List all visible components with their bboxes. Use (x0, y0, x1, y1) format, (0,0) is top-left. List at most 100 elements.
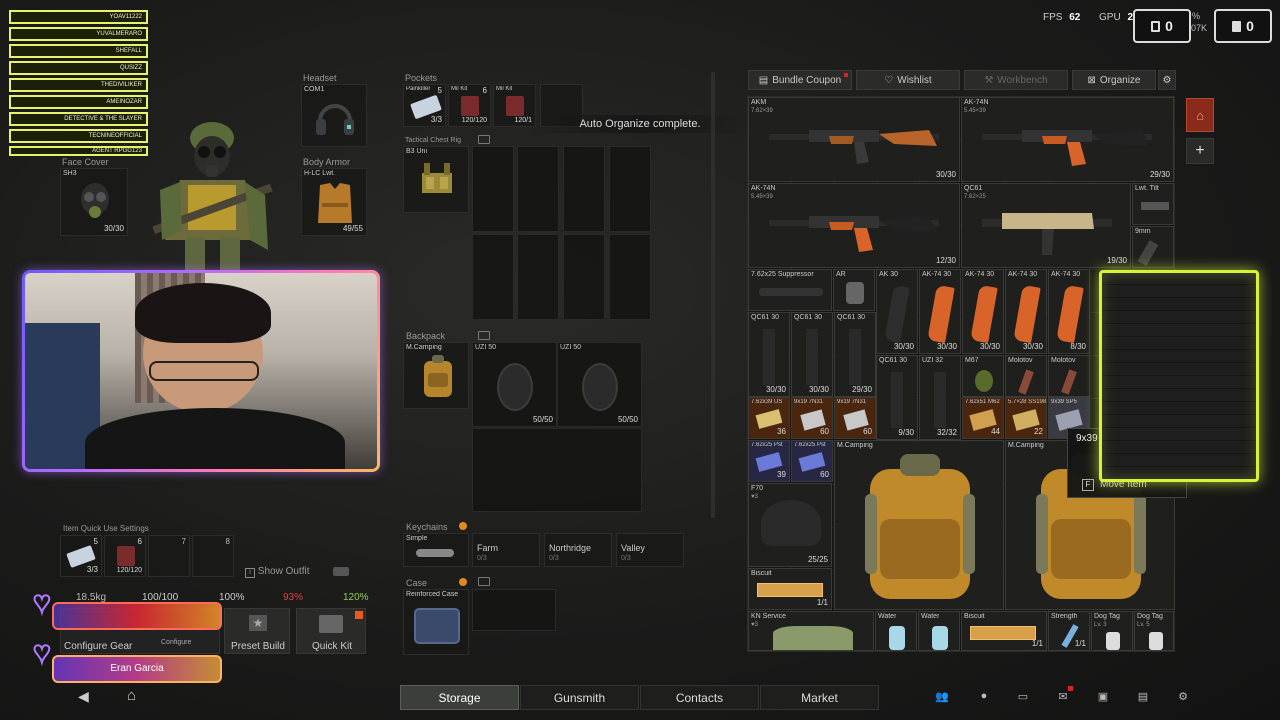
quick-kit-button[interactable]: Quick Kit (296, 608, 366, 654)
profile-icon[interactable]: ● (976, 690, 992, 704)
tab-contacts[interactable]: Contacts (640, 685, 759, 710)
rig-cell[interactable] (472, 234, 514, 320)
rig-cell[interactable] (563, 146, 605, 232)
magazine-item[interactable]: QC61 30 30/30 (791, 312, 833, 397)
molotov-item[interactable]: Molotov (1005, 355, 1047, 397)
body-armor-durability: 49/55 (342, 224, 363, 233)
backpack-empty-cells[interactable] (472, 428, 642, 512)
quick-use-slot[interactable]: 6 120/120 (104, 535, 146, 577)
quick-use-slot[interactable]: 7 (148, 535, 190, 577)
mail-icon[interactable]: ✉ (1055, 686, 1073, 704)
squad-icon[interactable]: 👥 (934, 690, 950, 704)
water-item[interactable]: Water (875, 611, 917, 651)
dog-tag-item[interactable]: Dog Tag Lv. 5 (1134, 611, 1174, 651)
preset-build-button[interactable]: ★ Preset Build (224, 608, 290, 654)
stash-tab-button[interactable]: ⌂ (1186, 98, 1214, 132)
molotov-item[interactable]: Molotov (1048, 355, 1090, 397)
tab-gunsmith[interactable]: Gunsmith (520, 685, 639, 710)
attachment-item[interactable]: AR (833, 269, 875, 311)
attachment-item[interactable]: 7.62x25 Suppressor (748, 269, 832, 311)
attachment-item[interactable]: 9mm (1132, 226, 1174, 268)
settings-button[interactable]: ⚙ (1158, 70, 1176, 90)
headset-slot[interactable]: COM1 (301, 84, 367, 147)
attachment-item[interactable]: Lwt. Tilt (1132, 183, 1174, 225)
keychain-tab-northridge[interactable]: Northridge 0/3 (544, 533, 612, 567)
magazine-item[interactable]: AK 30 30/30 (876, 269, 918, 354)
pocket-slot[interactable]: Mil Kit 6 120/120 (448, 84, 491, 127)
gear-icon[interactable]: ⚙ (1175, 690, 1191, 704)
backpack-item[interactable]: UZI 50 50/50 (472, 342, 557, 427)
shop-icon[interactable]: ▣ (1095, 690, 1111, 704)
magazine-item[interactable]: AK-74 30 8/30 (1048, 269, 1090, 354)
magazine-item[interactable]: AK-74 30 30/30 (919, 269, 961, 354)
rig-name: B3 Uni (406, 148, 428, 155)
magazine-item[interactable]: UZI 32 32/32 (919, 355, 961, 440)
biscuit-item[interactable]: Biscuit 1/1 (748, 568, 832, 610)
username-card: THEDIVILIKER (9, 78, 148, 92)
rig-cell[interactable] (563, 234, 605, 320)
keychain-tab-valley[interactable]: Valley 0/3 (616, 533, 684, 567)
ammo-item[interactable]: 9x19 7N31 60 (834, 397, 876, 439)
keychain-slot[interactable]: Simple (403, 533, 469, 567)
item-name: F70 (751, 485, 764, 492)
toggle-switch[interactable] (333, 567, 349, 576)
keychain-tab-farm[interactable]: Farm 0/3 (472, 533, 540, 567)
water-item[interactable]: Water (918, 611, 960, 651)
rig-cell[interactable] (609, 146, 651, 232)
show-outfit-toggle[interactable]: i Show Outfit (245, 566, 309, 578)
tab-market[interactable]: Market (760, 685, 879, 710)
weapon-qc61[interactable]: QC61 7.62×25 19/30 (961, 183, 1131, 268)
ammo-item[interactable]: 7.62x39 US 36 (748, 397, 790, 439)
rig-cell[interactable] (472, 146, 514, 232)
tooltip-title: 9x39 (1076, 433, 1098, 444)
organize-button[interactable]: ⊠ Organize (1072, 70, 1156, 90)
ammo-item[interactable]: 5.7×28 SS198 22 (1005, 397, 1047, 439)
home-button[interactable]: ⌂ (127, 687, 136, 704)
ammo-item[interactable]: 7.62x25 Pst 39 (748, 440, 790, 482)
rig-slot[interactable]: B3 Uni (403, 146, 469, 213)
item-name: QC61 30 (879, 357, 908, 364)
rig-cell[interactable] (517, 146, 559, 232)
backpack-stash-item[interactable]: M.Camping (834, 440, 1004, 610)
quick-use-slot[interactable]: 5 3/3 (60, 535, 102, 577)
workbench-button[interactable]: ⚒ Workbench (964, 70, 1068, 90)
quick-use-slot[interactable]: 8 (192, 535, 234, 577)
case-empty-cell[interactable] (472, 589, 556, 631)
magazine-item[interactable]: QC61 30 9/30 (876, 355, 918, 440)
weapon-ak74n[interactable]: AK-74N 5.45×39 29/30 (961, 97, 1174, 182)
weapon-ak74n[interactable]: AK-74N 5.45×39 12/30 (748, 183, 960, 268)
add-stash-tab-button[interactable]: + (1186, 138, 1214, 164)
document-icon[interactable]: ▤ (1135, 690, 1151, 704)
item-name: 9mm (1135, 228, 1151, 235)
item-name: Biscuit (964, 613, 985, 620)
wishlist-button[interactable]: ♡ Wishlist (856, 70, 960, 90)
bundle-coupon-button[interactable]: ▤ Bundle Coupon (748, 70, 852, 90)
grenade-item[interactable]: M67 (962, 355, 1004, 397)
ammo-item[interactable]: 7.62x25 Pst 60 (791, 440, 833, 482)
chat-icon[interactable]: ▭ (1015, 690, 1031, 704)
rig-cell[interactable] (517, 234, 559, 320)
weapon-akm[interactable]: AKM 7.62×39 30/30 (748, 97, 960, 182)
biscuit-item[interactable]: Biscuit 1/1 (961, 611, 1047, 651)
dog-tag-item[interactable]: Dog Tag Lv. 3 (1091, 611, 1133, 651)
pocket-slot[interactable]: Painkiller 5 3/3 (403, 84, 446, 127)
ammo-item[interactable]: 9x19 7N31 60 (791, 397, 833, 439)
item-level: Lv. 5 (1137, 622, 1150, 628)
back-button[interactable]: ◀ (78, 688, 89, 705)
scrollbar[interactable] (711, 72, 715, 518)
face-cover-slot[interactable]: SH3 30/30 (60, 168, 128, 236)
magazine-item[interactable]: AK-74 30 30/30 (1005, 269, 1047, 354)
helmet-item[interactable]: F70 ♥3 25/25 (748, 483, 832, 567)
armor-item[interactable]: KN Service ♥3 (748, 611, 874, 651)
case-slot[interactable]: Reinforced Case (403, 589, 469, 655)
tab-storage[interactable]: Storage (400, 685, 519, 710)
body-armor-slot[interactable]: H-LC Lwt. 49/55 (301, 168, 367, 236)
magazine-item[interactable]: QC61 30 29/30 (834, 312, 876, 397)
rig-cell[interactable] (609, 234, 651, 320)
backpack-item[interactable]: UZI 50 50/50 (557, 342, 642, 427)
magazine-item[interactable]: AK-74 30 30/30 (962, 269, 1004, 354)
strength-item[interactable]: Strength 1/1 (1048, 611, 1090, 651)
backpack-slot[interactable]: M.Camping (403, 342, 469, 409)
magazine-item[interactable]: QC61 30 30/30 (748, 312, 790, 397)
ammo-item[interactable]: 7.62x51 M62 44 (962, 397, 1004, 439)
